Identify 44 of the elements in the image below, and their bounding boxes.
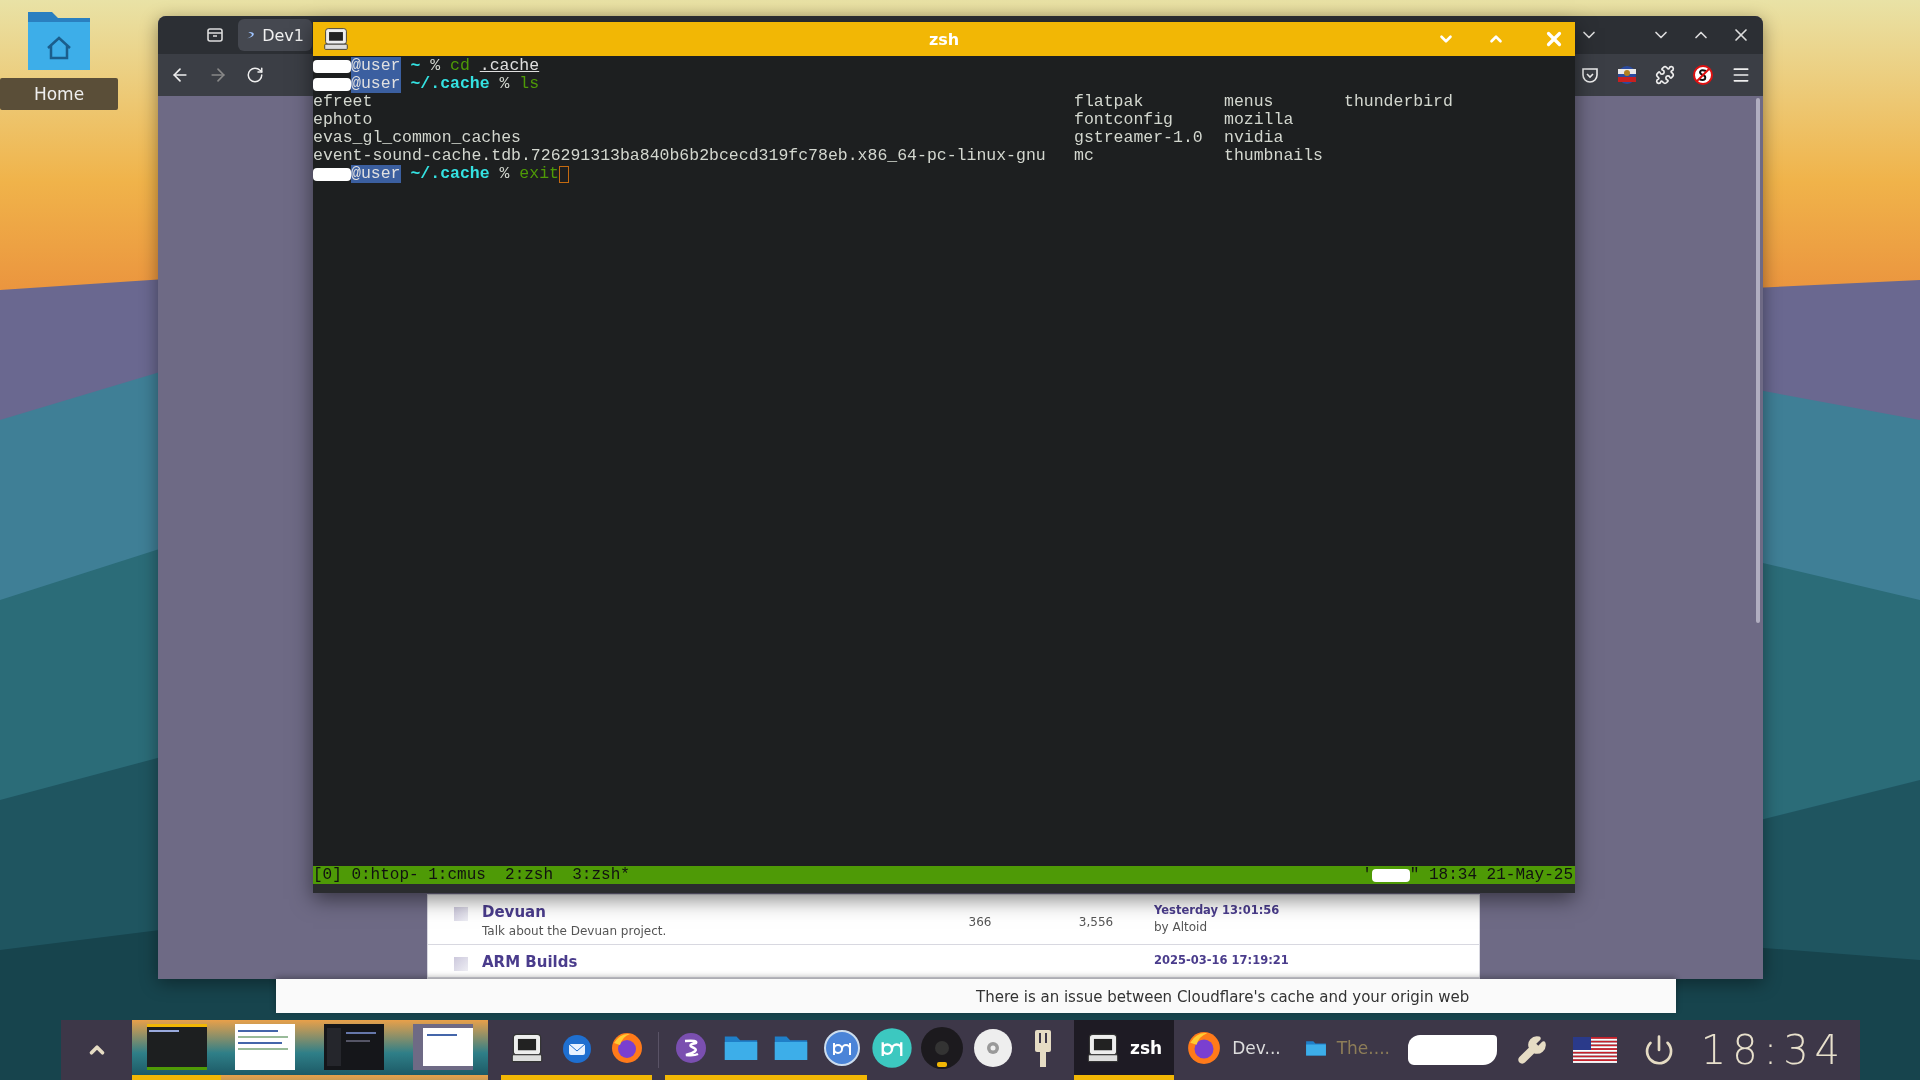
window-title: zsh <box>928 29 960 49</box>
status-quote: ' <box>1362 866 1372 884</box>
forum-title-link[interactable]: Devuan <box>482 903 922 921</box>
last-post-link[interactable]: 2025-03-16 17:19:21 <box>1154 953 1479 967</box>
directory-entry: mc <box>1074 147 1095 165</box>
clock: 18:34 <box>1700 1027 1847 1073</box>
command-text: exit <box>519 165 559 183</box>
command-text: cd <box>450 57 470 75</box>
icon-label[interactable]: Home <box>0 78 118 110</box>
status-clock: " 18:34 21-May-25 <box>1409 866 1573 884</box>
forum-title-link[interactable]: ARM Builds <box>482 953 922 971</box>
directory-entry: nvidia <box>1224 129 1285 147</box>
task-button[interactable]: Dev... <box>1174 1020 1293 1080</box>
directory-entry: efreet <box>313 93 374 111</box>
directory-entry: flatpak <box>1074 93 1145 111</box>
directory-entry: ephoto <box>313 111 374 129</box>
directory-entry: menus <box>1224 93 1275 111</box>
forum-description: Talk about the Devuan project. <box>482 924 668 938</box>
command-argument: .cache <box>479 57 540 75</box>
command-text: ls <box>519 75 540 93</box>
prompt-path: ~/.cache <box>410 165 490 183</box>
posts-count: 3,556 <box>1077 915 1115 929</box>
task-button[interactable]: zsh <box>1074 1020 1175 1080</box>
directory-entry: evas_gl_common_caches <box>313 129 522 147</box>
prompt-sign: % <box>499 165 510 183</box>
directory-entry: fontconfig <box>1074 111 1175 129</box>
prompt-path: ~/.cache <box>410 75 490 93</box>
topics-count: 366 <box>967 915 993 929</box>
window-list: [0] 0:htop- 1:cmus 2:zsh 3:zsh* <box>313 866 630 884</box>
browser-tab[interactable]: Dev1 <box>238 19 312 52</box>
prompt-path: ~ <box>410 57 421 75</box>
notice-text: There is an issue between Cloudflare's cache and your origin web <box>976 988 1470 1006</box>
prompt-user: @user <box>351 57 401 75</box>
prompt-user: @user <box>351 75 401 93</box>
directory-entry: thunderbird <box>1344 93 1454 111</box>
directory-entry: gstreamer-1.0 <box>1074 129 1204 147</box>
directory-entry: event-sound-cache.tdb.726291313ba840b6b2bcecd319fc78eb.x86_64-pc-linux-gnu <box>313 147 1047 165</box>
prompt-sign: % <box>499 75 510 93</box>
prompt-sign: % <box>430 57 441 75</box>
directory-entry: mozilla <box>1224 111 1295 129</box>
directory-entry: thumbnails <box>1224 147 1325 165</box>
last-post-author: by Altoid <box>1154 920 1209 934</box>
last-post-link[interactable]: Yesterday 13:01:56 <box>1154 903 1479 917</box>
prompt-user: @user <box>351 165 401 183</box>
